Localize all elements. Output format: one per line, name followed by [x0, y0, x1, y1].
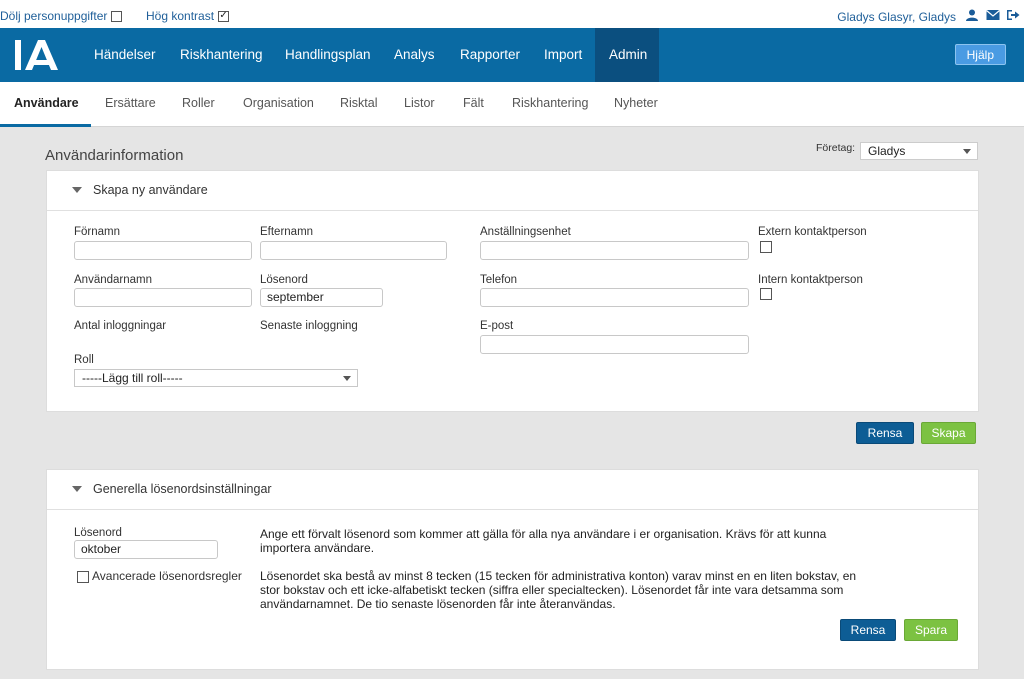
tab-falt[interactable]: Fält	[449, 82, 498, 127]
password-input[interactable]: september	[260, 288, 383, 307]
create-user-title: Skapa ny användare	[93, 183, 208, 197]
high-contrast-checkbox[interactable]: ✓	[218, 10, 230, 22]
login-count-label: Antal inloggningar	[74, 320, 167, 332]
tab-roller[interactable]: Roller	[168, 82, 229, 127]
logout-icon[interactable]	[1006, 9, 1020, 21]
external-contact-label: Extern kontaktperson	[758, 226, 867, 238]
tab-organisation[interactable]: Organisation	[229, 82, 328, 127]
company-select-value: Gladys	[868, 144, 906, 158]
default-password-input[interactable]: oktober	[74, 540, 218, 559]
main-navigation: Händelser Riskhantering Handlingsplan An…	[0, 28, 1024, 82]
nav-item-handlingsplan[interactable]: Handlingsplan	[271, 28, 385, 82]
last-name-label: Efternamn	[260, 226, 314, 238]
password-label: Lösenord	[260, 274, 308, 286]
tab-riskhantering[interactable]: Riskhantering	[498, 82, 602, 127]
password-settings-panel: Generella lösenordsinställningar Lösenor…	[46, 469, 979, 670]
email-label: E-post	[480, 320, 514, 332]
high-contrast-label: Hög kontrast	[146, 9, 215, 23]
email-input[interactable]	[480, 335, 749, 354]
last-name-input[interactable]	[260, 241, 447, 260]
nav-item-handelser[interactable]: Händelser	[80, 28, 170, 82]
desc1-line2: importera användare.	[260, 541, 375, 555]
hide-personal-option[interactable]: Dölj personuppgifter	[0, 9, 123, 23]
chevron-down-icon	[963, 149, 971, 154]
desc2-line3: användarnamnet. De tio senaste lösenorde…	[260, 597, 616, 611]
clear-user-button[interactable]: Rensa	[856, 422, 914, 444]
top-utility-bar: Dölj personuppgifter Hög kontrast ✓ Glad…	[0, 0, 1024, 28]
username-input[interactable]	[74, 288, 252, 307]
unit-label: Anställningsenhet	[480, 226, 571, 238]
advanced-rules-label: Avancerade lösenordsregler	[92, 569, 242, 583]
advanced-rules-checkbox[interactable]	[77, 571, 89, 583]
desc1-line1: Ange ett förvalt lösenord som kommer att…	[260, 527, 827, 541]
role-label: Roll	[74, 354, 94, 366]
password-rules-description: Lösenordet ska bestå av minst 8 tecken (…	[260, 569, 900, 611]
role-select-value: -----Lägg till roll-----	[82, 371, 183, 385]
password-settings-title: Generella lösenordsinställningar	[93, 482, 272, 496]
phone-input[interactable]	[480, 288, 749, 307]
username-label: Användarnamn	[74, 274, 152, 286]
nav-item-import[interactable]: Import	[530, 28, 596, 82]
default-password-description: Ange ett förvalt lösenord som kommer att…	[260, 527, 900, 555]
create-user-panel: Skapa ny användare Förnamn Efternamn Ans…	[46, 170, 979, 412]
nav-item-analys[interactable]: Analys	[380, 28, 449, 82]
internal-contact-checkbox[interactable]	[760, 288, 772, 300]
unit-input[interactable]	[480, 241, 749, 260]
first-name-label: Förnamn	[74, 226, 121, 238]
collapse-triangle-icon[interactable]	[72, 486, 82, 492]
tab-ersattare[interactable]: Ersättare	[91, 82, 170, 127]
phone-label: Telefon	[480, 274, 518, 286]
create-user-button[interactable]: Skapa	[921, 422, 976, 444]
nav-item-rapporter[interactable]: Rapporter	[446, 28, 534, 82]
help-button[interactable]: Hjälp	[954, 44, 1006, 65]
mail-icon[interactable]	[986, 9, 1000, 21]
company-label: Företag:	[816, 142, 856, 154]
desc2-line2: stor bokstav och ett icke-alfabetiskt te…	[260, 583, 844, 597]
create-user-panel-header[interactable]: Skapa ny användare	[47, 171, 978, 211]
desc2-line1: Lösenordet ska bestå av minst 8 tecken (…	[260, 569, 857, 583]
high-contrast-option[interactable]: Hög kontrast ✓	[146, 9, 230, 23]
tab-listor[interactable]: Listor	[390, 82, 449, 127]
tab-anvandare[interactable]: Användare	[0, 82, 91, 127]
admin-subnav: Användare Ersättare Roller Organisation …	[0, 82, 1024, 127]
collapse-triangle-icon[interactable]	[72, 187, 82, 193]
save-password-button[interactable]: Spara	[904, 619, 958, 641]
first-name-input[interactable]	[74, 241, 252, 260]
clear-password-button[interactable]: Rensa	[840, 619, 896, 641]
password-settings-panel-header[interactable]: Generella lösenordsinställningar	[47, 470, 978, 510]
tab-nyheter[interactable]: Nyheter	[600, 82, 672, 127]
user-icon[interactable]	[965, 9, 979, 21]
default-password-label: Lösenord	[74, 527, 122, 539]
nav-item-admin[interactable]: Admin	[595, 28, 659, 82]
user-name-link[interactable]: Gladys Glasyr, Gladys	[837, 10, 956, 24]
ia-logo[interactable]	[14, 38, 62, 72]
external-contact-checkbox[interactable]	[760, 241, 772, 253]
chevron-down-icon	[343, 376, 351, 381]
last-login-label: Senaste inloggning	[260, 320, 358, 332]
page-title: Användarinformation	[45, 147, 184, 164]
tab-risktal[interactable]: Risktal	[326, 82, 392, 127]
company-select[interactable]: Gladys	[860, 142, 978, 160]
hide-personal-label: Dölj personuppgifter	[0, 9, 108, 23]
internal-contact-label: Intern kontaktperson	[758, 274, 863, 286]
nav-item-riskhantering[interactable]: Riskhantering	[166, 28, 277, 82]
role-select[interactable]: -----Lägg till roll-----	[74, 369, 358, 387]
hide-personal-checkbox[interactable]	[111, 10, 123, 22]
